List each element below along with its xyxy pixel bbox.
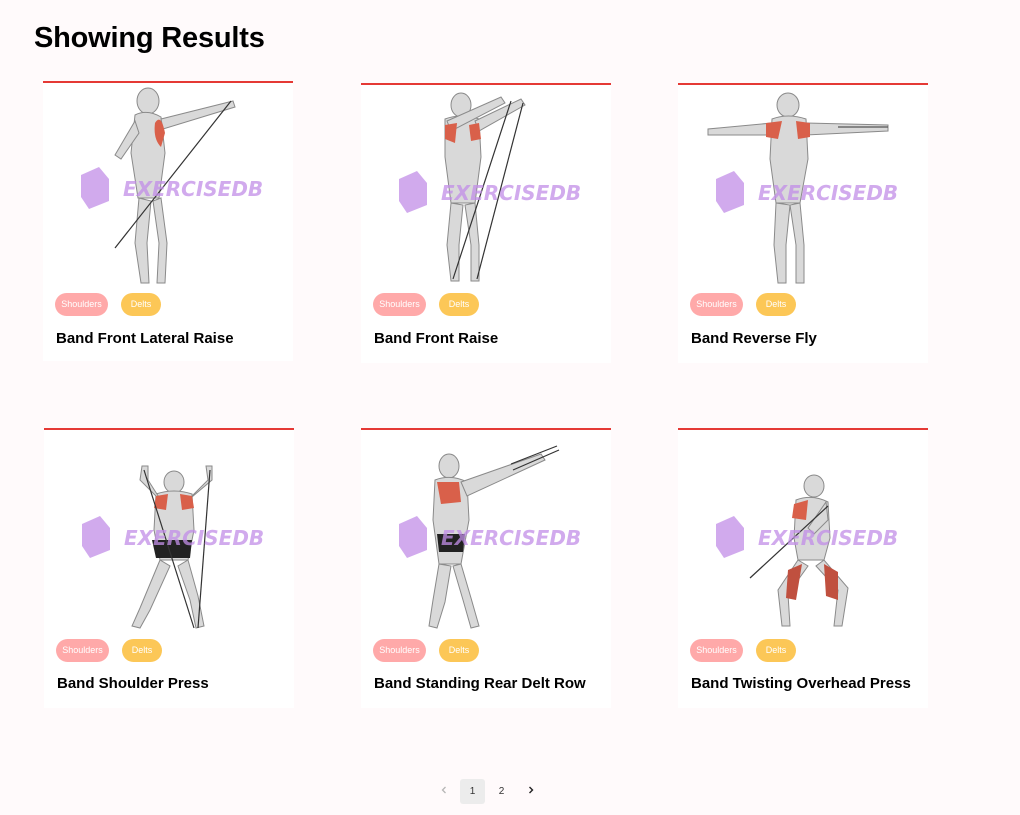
chevron-right-icon <box>527 786 535 797</box>
exercise-card[interactable]: EXERCISEDB Shoulders Delts Band Front La… <box>43 81 293 361</box>
exercise-name: Band Front Raise <box>374 330 499 347</box>
target-tag[interactable]: Delts <box>439 639 479 662</box>
body-part-tag[interactable]: Shoulders <box>55 293 108 316</box>
target-tag[interactable]: Delts <box>121 293 161 316</box>
chevron-left-icon <box>440 786 448 797</box>
previous-page-button[interactable] <box>431 779 456 804</box>
exercise-image: EXERCISEDB <box>361 430 611 635</box>
exercise-card[interactable]: EXERCISEDB Shoulders Delts Band Shoulder… <box>44 428 294 708</box>
exercise-name: Band Front Lateral Raise <box>56 330 234 347</box>
exercise-card[interactable]: EXERCISEDB Shoulders Delts Band Front Ra… <box>361 83 611 363</box>
tag-list: Shoulders Delts <box>55 293 161 317</box>
search-results-page: Showing Results EXERCISEDB Shoulders Del… <box>0 0 1020 815</box>
exercise-image: EXERCISEDB <box>361 85 611 290</box>
exercise-card[interactable]: EXERCISEDB Shoulders Delts Band Standing… <box>361 428 611 708</box>
exercise-name: Band Reverse Fly <box>691 330 817 347</box>
pagination: 1 2 <box>431 778 543 804</box>
target-tag[interactable]: Delts <box>756 293 796 316</box>
tag-list: Shoulders Delts <box>373 639 479 663</box>
page-button-1[interactable]: 1 <box>460 778 485 804</box>
exercise-name: Band Shoulder Press <box>57 675 209 692</box>
exercise-image: EXERCISEDB <box>678 430 928 635</box>
exercise-name: Band Twisting Overhead Press <box>691 675 911 692</box>
exercise-card[interactable]: EXERCISEDB Shoulders Delts Band Twisting… <box>678 428 928 708</box>
target-tag[interactable]: Delts <box>756 639 796 662</box>
exercise-image: EXERCISEDB <box>678 85 928 290</box>
watermark-text: EXERCISEDB <box>758 526 898 550</box>
exercise-image: EXERCISEDB <box>44 430 294 635</box>
target-tag[interactable]: Delts <box>439 293 479 316</box>
next-page-button[interactable] <box>518 779 543 804</box>
body-part-tag[interactable]: Shoulders <box>373 639 426 662</box>
watermark-text: EXERCISEDB <box>123 177 263 201</box>
watermark-text: EXERCISEDB <box>441 181 581 205</box>
tag-list: Shoulders Delts <box>373 293 479 317</box>
exercise-image: EXERCISEDB <box>43 83 293 288</box>
watermark-text: EXERCISEDB <box>758 181 898 205</box>
tag-list: Shoulders Delts <box>690 639 796 663</box>
body-part-tag[interactable]: Shoulders <box>690 639 743 662</box>
body-part-tag[interactable]: Shoulders <box>373 293 426 316</box>
exercise-card[interactable]: EXERCISEDB Shoulders Delts Band Reverse … <box>678 83 928 363</box>
body-part-tag[interactable]: Shoulders <box>690 293 743 316</box>
body-part-tag[interactable]: Shoulders <box>56 639 109 662</box>
tag-list: Shoulders Delts <box>56 639 162 663</box>
tag-list: Shoulders Delts <box>690 293 796 317</box>
watermark-text: EXERCISEDB <box>124 526 264 550</box>
page-button-2[interactable]: 2 <box>489 779 514 804</box>
page-title: Showing Results <box>34 22 265 54</box>
watermark-text: EXERCISEDB <box>441 526 581 550</box>
target-tag[interactable]: Delts <box>122 639 162 662</box>
exercise-name: Band Standing Rear Delt Row <box>374 675 586 692</box>
